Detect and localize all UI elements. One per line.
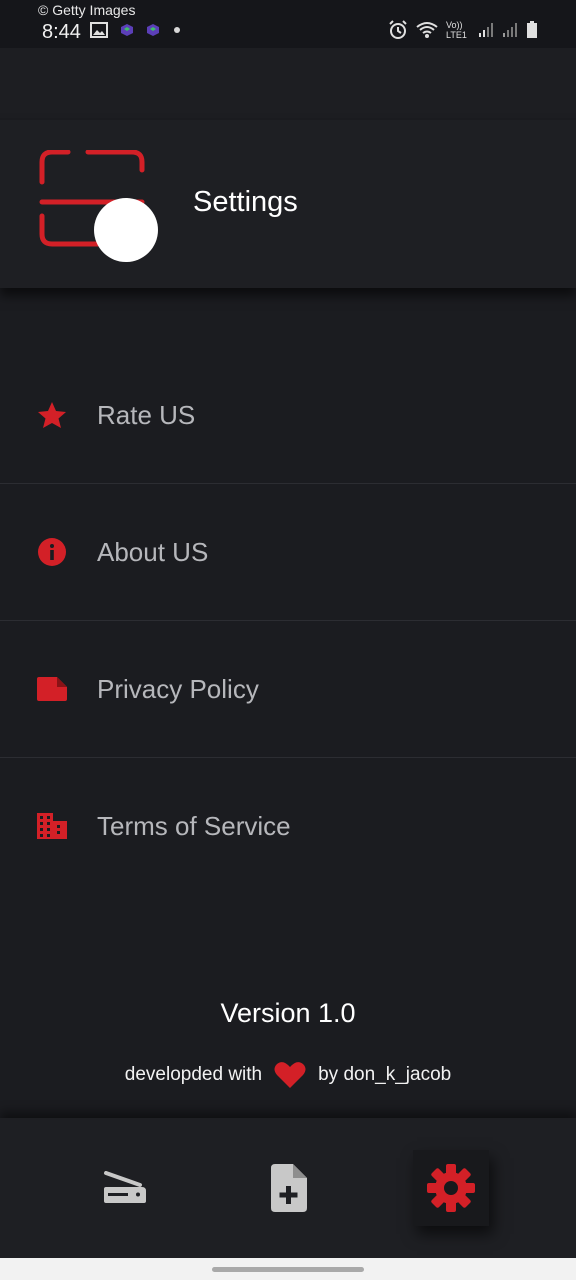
image-notification-icon [90,22,108,38]
watermark-text: © Getty Images [38,2,136,18]
info-icon [36,536,68,568]
nav-settings-button[interactable] [413,1150,489,1226]
status-bar: © Getty Images 8:44 Vo)) LTE1 [0,0,576,48]
menu-item-about-us[interactable]: About US [0,484,576,621]
signal-strength-icon [479,23,493,37]
credit-suffix: by don_k_jacob [318,1064,452,1085]
credit-prefix: developded with [124,1064,263,1085]
menu-item-privacy-policy[interactable]: Privacy Policy [0,621,576,758]
battery-icon [527,21,537,38]
menu-item-rate-us[interactable]: Rate US [0,347,576,484]
nav-scanner-button[interactable] [87,1150,163,1226]
app-logo-icon [39,150,158,262]
home-gesture-handle[interactable] [212,1267,364,1272]
menu-item-label: Rate US [97,399,196,430]
star-icon [36,399,68,431]
menu-item-label: About US [97,536,209,567]
notification-icons [90,22,182,38]
menu-item-label: Terms of Service [97,810,291,841]
gear-icon [427,1164,475,1212]
heart-icon [274,1062,306,1088]
app-notification-icon [121,24,133,36]
volte-label: Vo)) LTE1 [446,20,467,40]
bottom-navigation [0,1118,576,1258]
system-gesture-bar [0,1258,576,1280]
building-icon [36,810,68,842]
scanner-icon [104,1171,146,1203]
settings-menu: Rate US About US Privacy Policy Terms of… [0,347,576,894]
more-notifications-dot-icon [174,27,180,33]
page-title: Settings [193,186,298,218]
menu-item-label: Privacy Policy [97,673,259,704]
status-time: 8:44 [42,21,81,43]
wifi-icon [416,22,438,38]
top-spacer [0,48,576,118]
developer-credit: developded with by don_k_jacob [0,1058,576,1092]
nav-new-document-button[interactable] [250,1150,326,1226]
system-status-icons: Vo)) LTE1 [388,20,538,40]
file-add-icon [271,1164,307,1212]
version-label: Version 1.0 [220,998,356,1028]
app-notification-icon-2 [147,24,159,36]
menu-item-terms-of-service[interactable]: Terms of Service [0,758,576,894]
alarm-icon [389,20,407,39]
signal-strength-icon-2 [503,23,517,37]
settings-header: Settings [0,120,576,288]
document-icon [36,673,68,705]
